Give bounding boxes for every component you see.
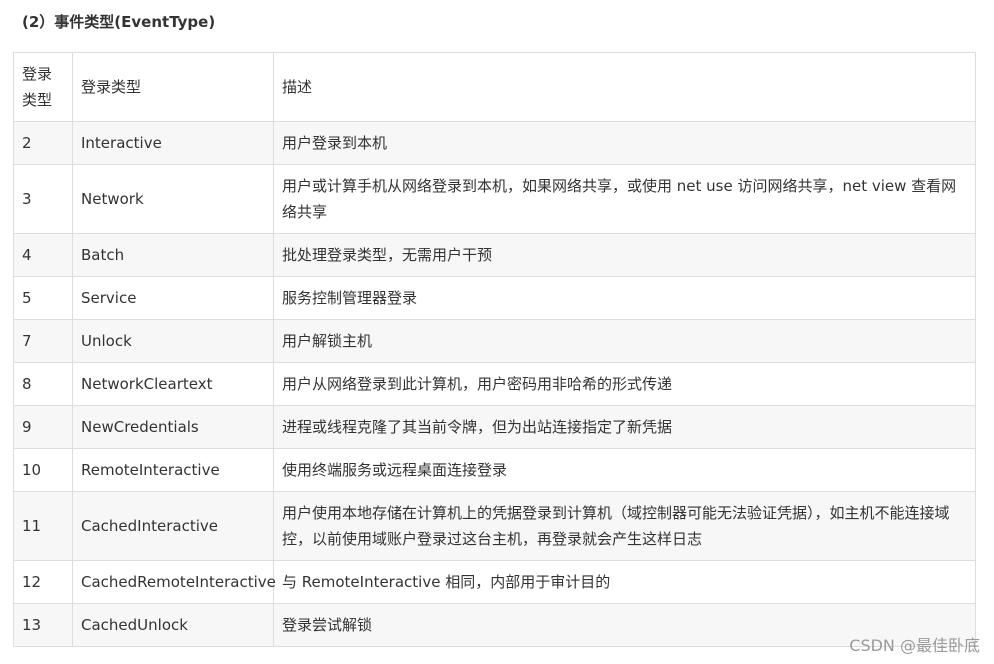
cell-description: 用户解锁主机 [273, 319, 976, 363]
table-row: 11 CachedInteractive 用户使用本地存储在计算机上的凭据登录到… [13, 491, 976, 561]
table-row: 5 Service 服务控制管理器登录 [13, 276, 976, 320]
csdn-watermark: CSDN @最佳卧底 [849, 636, 980, 655]
cell-id: 10 [13, 448, 73, 492]
cell-type: CachedInteractive [72, 491, 274, 561]
cell-description: 用户使用本地存储在计算机上的凭据登录到计算机（域控制器可能无法验证凭据），如主机… [273, 491, 976, 561]
cell-type: NetworkCleartext [72, 362, 274, 406]
cell-type: Network [72, 164, 274, 234]
table-row: 4 Batch 批处理登录类型，无需用户干预 [13, 233, 976, 277]
cell-id: 13 [13, 603, 73, 647]
column-header-type: 登录类型 [72, 52, 274, 122]
table-row: 9 NewCredentials 进程或线程克隆了其当前令牌，但为出站连接指定了… [13, 405, 976, 449]
cell-id: 11 [13, 491, 73, 561]
table-row: 8 NetworkCleartext 用户从网络登录到此计算机，用户密码用非哈希… [13, 362, 976, 406]
cell-id: 4 [13, 233, 73, 277]
cell-id: 7 [13, 319, 73, 363]
cell-description: 用户从网络登录到此计算机，用户密码用非哈希的形式传递 [273, 362, 976, 406]
cell-id: 3 [13, 164, 73, 234]
column-header-description: 描述 [273, 52, 976, 122]
event-type-table: 登录类型 登录类型 描述 2 Interactive 用户登录到本机 3 Net… [13, 52, 976, 647]
cell-type: RemoteInteractive [72, 448, 274, 492]
cell-type: Batch [72, 233, 274, 277]
cell-id: 9 [13, 405, 73, 449]
cell-type: CachedRemoteInteractive [72, 560, 276, 604]
table-row: 2 Interactive 用户登录到本机 [13, 121, 976, 165]
cell-description: 服务控制管理器登录 [273, 276, 976, 320]
cell-id: 5 [13, 276, 73, 320]
table-row: 13 CachedUnlock 登录尝试解锁 [13, 603, 976, 647]
cell-description: 用户登录到本机 [273, 121, 976, 165]
cell-description: 批处理登录类型，无需用户干预 [273, 233, 976, 277]
table-row: 10 RemoteInteractive 使用终端服务或远程桌面连接登录 [13, 448, 976, 492]
column-header-id: 登录类型 [13, 52, 73, 122]
cell-id: 12 [13, 560, 73, 604]
table-row: 7 Unlock 用户解锁主机 [13, 319, 976, 363]
cell-id: 8 [13, 362, 73, 406]
cell-type: NewCredentials [72, 405, 274, 449]
cell-description: 进程或线程克隆了其当前令牌，但为出站连接指定了新凭据 [273, 405, 976, 449]
cell-type: Service [72, 276, 274, 320]
cell-description: 使用终端服务或远程桌面连接登录 [273, 448, 976, 492]
section-heading: (2）事件类型(EventType) [22, 13, 216, 31]
cell-description: 用户或计算手机从网络登录到本机，如果网络共享，或使用 net use 访问网络共… [273, 164, 976, 234]
table-row: 3 Network 用户或计算手机从网络登录到本机，如果网络共享，或使用 net… [13, 164, 976, 234]
cell-type: CachedUnlock [72, 603, 274, 647]
cell-type: Interactive [72, 121, 274, 165]
cell-description: 与 RemoteInteractive 相同，内部用于审计目的 [273, 560, 976, 604]
table-header-row: 登录类型 登录类型 描述 [13, 52, 976, 122]
cell-type: Unlock [72, 319, 274, 363]
cell-id: 2 [13, 121, 73, 165]
table-row: 12 CachedRemoteInteractive 与 RemoteInter… [13, 560, 976, 604]
